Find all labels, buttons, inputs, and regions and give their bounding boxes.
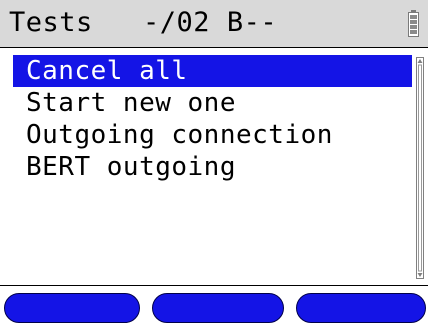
softkey-right[interactable]	[296, 293, 426, 323]
device-screen: Tests -/02 B-- Cancel all Start new one …	[0, 0, 428, 327]
battery-icon	[408, 10, 419, 37]
menu-item-bert-outgoing[interactable]: BERT outgoing	[13, 151, 412, 183]
screen-title: Tests -/02 B--	[9, 7, 278, 38]
menu-panel: Cancel all Start new one Outgoing connec…	[0, 48, 428, 286]
softkey-left[interactable]	[4, 293, 140, 323]
menu-list: Cancel all Start new one Outgoing connec…	[13, 55, 412, 183]
menu-item-start-new-one[interactable]: Start new one	[13, 87, 412, 119]
scrollbar[interactable]	[416, 57, 424, 279]
scroll-thumb	[418, 64, 422, 272]
softkey-middle[interactable]	[152, 293, 284, 323]
softkey-bar	[0, 287, 428, 327]
menu-item-outgoing-connection[interactable]: Outgoing connection	[13, 119, 412, 151]
menu-item-cancel-all[interactable]: Cancel all	[13, 55, 412, 87]
title-bar: Tests -/02 B--	[0, 0, 428, 48]
